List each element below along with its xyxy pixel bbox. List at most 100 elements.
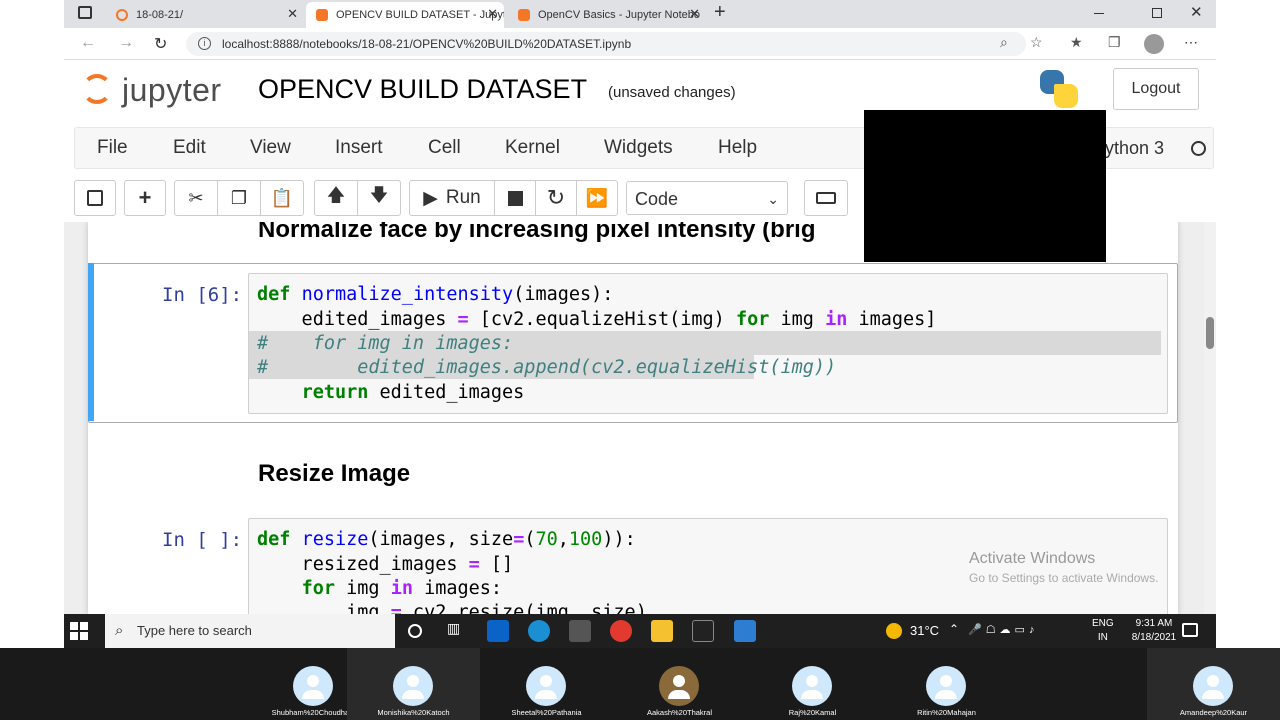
profile-avatar[interactable] xyxy=(1144,34,1164,54)
more-icon[interactable]: ⋯ xyxy=(1184,34,1198,51)
python-logo-icon xyxy=(1038,68,1080,110)
code-editor[interactable]: def normalize_intensity(images): edited_… xyxy=(248,273,1168,414)
interrupt-button[interactable] xyxy=(494,180,536,216)
paste-icon: 📋 xyxy=(270,187,294,208)
copy-button[interactable]: ❐ xyxy=(217,180,261,216)
taskbar-clock[interactable]: 9:31 AM 8/18/2021 xyxy=(1124,617,1184,645)
menu-widgets[interactable]: Widgets xyxy=(604,137,673,159)
participant-tile[interactable]: Aakash%20Thakral xyxy=(613,648,746,720)
notebook-favicon-icon xyxy=(518,9,530,21)
save-button[interactable] xyxy=(74,180,116,216)
code-line: for img in images: xyxy=(301,578,503,599)
close-icon[interactable]: ✕ xyxy=(287,6,298,22)
close-window-icon[interactable]: ✕ xyxy=(1190,3,1203,21)
avatar xyxy=(393,666,433,706)
cell-type-value: Code xyxy=(635,189,679,209)
zoom-icon[interactable]: ⌕ xyxy=(1000,34,1008,51)
code-line: img = cv2.resize(img, size) xyxy=(257,602,647,614)
logout-button[interactable]: Logout xyxy=(1113,68,1199,110)
participant-tile[interactable]: Monishika%20Katoch xyxy=(347,648,480,720)
participant-tile[interactable]: Sheetal%20Pathania xyxy=(480,648,613,720)
forward-icon[interactable]: → xyxy=(118,34,134,52)
terminal-icon[interactable] xyxy=(692,620,714,642)
participant-tile[interactable]: Ritin%20Mahajan xyxy=(880,648,1013,720)
insert-cell-button[interactable]: + xyxy=(124,180,166,216)
participant-name: Amandeep%20Kaur xyxy=(1179,708,1248,717)
store-icon[interactable] xyxy=(569,620,591,642)
participant-tile[interactable]: Raj%20Kamal xyxy=(746,648,879,720)
jupyter-logo[interactable] xyxy=(80,68,116,108)
language-indicator[interactable]: ENG IN xyxy=(1092,617,1114,645)
stop-icon xyxy=(507,190,523,206)
menu-cell[interactable]: Cell xyxy=(428,137,461,159)
menu-file[interactable]: File xyxy=(97,137,128,159)
participant-name: Aakash%20Thakral xyxy=(646,708,713,717)
code-line: return edited_images xyxy=(301,382,525,403)
cell-prompt: In [ ]: xyxy=(162,529,243,551)
restore-icon[interactable] xyxy=(1152,8,1162,18)
tray-icons[interactable]: 🎤☖☁▭♪ xyxy=(968,623,1038,636)
lang-region: IN xyxy=(1097,632,1108,643)
favorites-icon[interactable]: ★ xyxy=(1070,34,1083,51)
restart-button[interactable]: ↻ xyxy=(535,180,577,216)
participant-tile[interactable]: Amandeep%20Kaur xyxy=(1147,648,1280,720)
back-icon[interactable]: ← xyxy=(80,34,96,52)
chevron-down-icon: ⌄ xyxy=(767,191,779,207)
copy-icon: ❐ xyxy=(230,187,248,208)
command-palette-button[interactable] xyxy=(804,180,848,216)
move-down-button[interactable]: 🡇 xyxy=(357,180,401,216)
run-button[interactable]: ▶ Run xyxy=(409,180,495,216)
favorite-add-icon[interactable]: ☆ xyxy=(1030,34,1043,51)
paste-button[interactable]: 📋 xyxy=(260,180,304,216)
new-tab-icon[interactable]: + xyxy=(714,1,726,24)
tab-folder[interactable]: 18-08-21/ ✕ xyxy=(106,2,304,28)
restart-icon: ↻ xyxy=(546,185,566,210)
menu-edit[interactable]: Edit xyxy=(173,137,206,159)
menu-insert[interactable]: Insert xyxy=(335,137,383,159)
tray-chevron-up-icon[interactable]: ⌃ xyxy=(949,622,959,636)
taskbar-search-input[interactable]: ⌕ Type here to search xyxy=(105,614,395,648)
chat-app-icon[interactable] xyxy=(610,620,632,642)
arrow-up-icon: 🡅 xyxy=(326,185,346,205)
reload-icon[interactable]: ↻ xyxy=(154,34,167,54)
url-input[interactable]: i localhost:8888/notebooks/18-08-21/OPEN… xyxy=(186,32,1026,56)
minimize-icon[interactable] xyxy=(1094,13,1104,14)
notifications-icon[interactable] xyxy=(1182,623,1198,637)
avatar xyxy=(659,666,699,706)
tab-opencv-build-dataset[interactable]: OPENCV BUILD DATASET - Jupyte ✕ xyxy=(306,2,504,28)
photos-icon[interactable] xyxy=(734,620,756,642)
task-view-icon[interactable]: ▥ xyxy=(447,620,469,642)
code-line: resized_images = [] xyxy=(257,554,514,575)
plus-icon: + xyxy=(138,185,152,210)
close-icon[interactable]: ✕ xyxy=(689,6,700,22)
edge-browser-icon[interactable] xyxy=(528,620,550,642)
weather-temp[interactable]: 31°C xyxy=(910,623,939,638)
address-bar: ← → ↻ i localhost:8888/notebooks/18-08-2… xyxy=(64,28,1216,60)
mail-icon[interactable] xyxy=(487,620,509,642)
menu-view[interactable]: View xyxy=(250,137,291,159)
cell-type-select[interactable]: Code ⌄ xyxy=(626,181,788,215)
close-icon[interactable]: ✕ xyxy=(487,6,498,22)
windows-start-icon[interactable] xyxy=(70,622,88,640)
menu-kernel[interactable]: Kernel xyxy=(505,137,560,159)
info-icon[interactable]: i xyxy=(198,37,211,50)
menu-help[interactable]: Help xyxy=(718,137,757,159)
code-line: def normalize_intensity(images): xyxy=(257,284,614,305)
collections-icon[interactable]: ❐ xyxy=(1108,34,1121,51)
move-up-button[interactable]: 🡅 xyxy=(314,180,358,216)
code-line: def resize(images, size=(70,100)): xyxy=(257,529,636,550)
notebook-title[interactable]: OPENCV BUILD DATASET xyxy=(258,74,587,105)
restart-run-all-button[interactable]: ⏩ xyxy=(576,180,618,216)
notebook-favicon-icon xyxy=(316,9,328,21)
code-line: # edited_images.append(cv2.equalizeHist(… xyxy=(257,357,837,378)
cortana-icon[interactable] xyxy=(408,624,422,638)
lang-code: ENG xyxy=(1092,618,1114,629)
scissors-icon: ✂ xyxy=(188,187,204,208)
tab-actions-icon[interactable] xyxy=(78,6,92,19)
scrollbar-thumb[interactable] xyxy=(1206,317,1214,349)
scrollbar[interactable] xyxy=(1204,222,1216,614)
run-label: Run xyxy=(445,187,481,208)
tab-opencv-basics[interactable]: OpenCV Basics - Jupyter Notebo ✕ xyxy=(508,2,706,28)
cut-button[interactable]: ✂ xyxy=(174,180,218,216)
file-explorer-icon[interactable] xyxy=(651,620,673,642)
